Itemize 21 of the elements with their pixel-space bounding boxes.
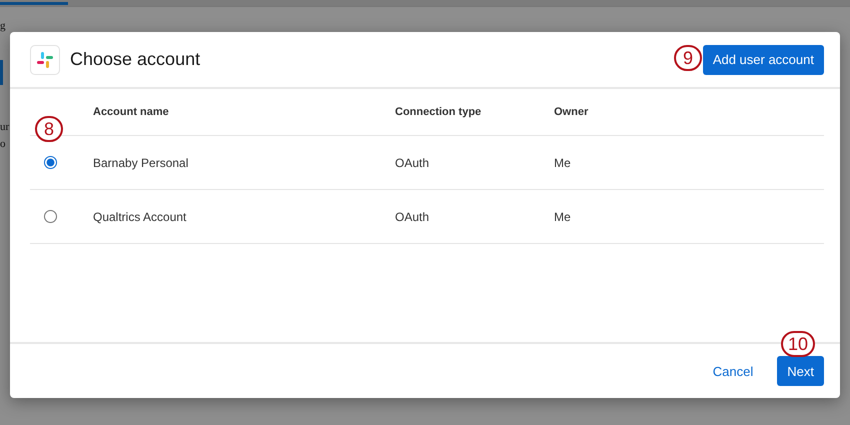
radio-button[interactable] (44, 156, 57, 169)
table-cell-text: OAuth (395, 210, 430, 224)
cancel-link[interactable]: Cancel (712, 364, 754, 378)
tab-indicator (0, 2, 68, 5)
table-cell-text: Me (554, 210, 572, 224)
background-text: ur (0, 122, 10, 133)
table-cell-text: Barnaby Personal (93, 156, 190, 170)
sidebar-button-edge (0, 60, 3, 85)
add-user-account-button[interactable]: Add user account (702, 44, 824, 74)
column-header: Connection type (395, 106, 482, 118)
background-text: o (0, 139, 6, 150)
background-text: g (0, 21, 6, 32)
app-logo-icon (30, 44, 60, 74)
radio-button[interactable] (44, 210, 57, 223)
table-cell-text: Qualtrics Account (93, 210, 188, 224)
table-cell-text: Me (554, 156, 572, 170)
column-header: Owner (554, 106, 590, 118)
column-header: Account name (93, 106, 170, 118)
next-button[interactable]: Next (777, 356, 824, 386)
dialog-title: Choose account (70, 49, 200, 70)
table-cell-text: OAuth (395, 156, 430, 170)
